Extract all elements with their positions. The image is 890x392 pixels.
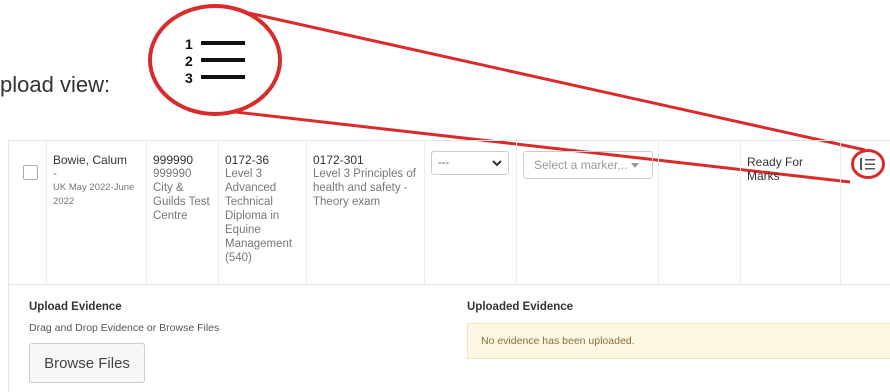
no-evidence-alert: No evidence has been uploaded. <box>467 323 890 359</box>
select-value: --- <box>438 157 449 169</box>
numbered-list-icon: 1 2 3 <box>185 36 245 86</box>
zoom-magnifier: 1 2 3 <box>148 4 282 116</box>
marker-placeholder: Select a marker... <box>534 158 628 172</box>
caret-down-icon <box>631 162 640 168</box>
status-cell: Ready For Marks <box>741 141 841 284</box>
marker-select[interactable]: Select a marker... <box>523 151 653 179</box>
svg-text:3: 3 <box>185 70 193 86</box>
component-cell: 0172-301 Level 3 Principles of health an… <box>307 141 425 284</box>
upload-panel: Upload Evidence Drag and Drop Evidence o… <box>8 285 890 392</box>
learner-name: Bowie, Calum <box>53 153 128 167</box>
learner-dash: - <box>53 168 57 180</box>
upload-evidence-title: Upload Evidence <box>29 301 122 313</box>
upload-view-button[interactable] <box>851 149 885 179</box>
status-text: Ready For Marks <box>747 155 804 183</box>
caption-text: pload view: <box>0 72 111 97</box>
chevron-down-icon <box>492 159 502 166</box>
browse-files-button[interactable]: Browse Files <box>29 343 145 383</box>
option-select[interactable]: --- <box>431 151 509 175</box>
qualification-cell: 0172-36 Level 3 Advanced Technical Diplo… <box>219 141 307 284</box>
table-row: Bowie, Calum - UK May 2022-June 2022 999… <box>8 140 890 285</box>
marker-cell: Select a marker... <box>517 141 659 284</box>
learner-session: UK May 2022-June 2022 <box>53 182 135 207</box>
qualification-code: 0172-36 <box>225 153 270 167</box>
svg-text:1: 1 <box>185 36 193 52</box>
uploaded-evidence-title: Uploaded Evidence <box>467 301 574 313</box>
actions-cell <box>841 141 890 284</box>
numbered-list-icon <box>860 158 875 170</box>
select-cell: --- <box>425 141 517 284</box>
centre-cell: 999990 999990 City & Guilds Test Centre <box>147 141 219 284</box>
qualification-name: Level 3 Advanced Technical Diploma in Eq… <box>225 168 293 264</box>
row-select-cell <box>9 141 47 284</box>
component-name: Level 3 Principles of health and safety … <box>313 168 416 208</box>
centre-number: 999990 <box>153 153 194 167</box>
centre-name: 999990 City & Guilds Test Centre <box>153 168 210 222</box>
empty-cell <box>659 141 741 284</box>
component-code: 0172-301 <box>313 153 364 167</box>
svg-text:2: 2 <box>185 53 193 69</box>
upload-evidence-subtitle: Drag and Drop Evidence or Browse Files <box>29 322 220 334</box>
row-checkbox[interactable] <box>23 165 38 180</box>
learner-cell: Bowie, Calum - UK May 2022-June 2022 <box>47 141 147 284</box>
